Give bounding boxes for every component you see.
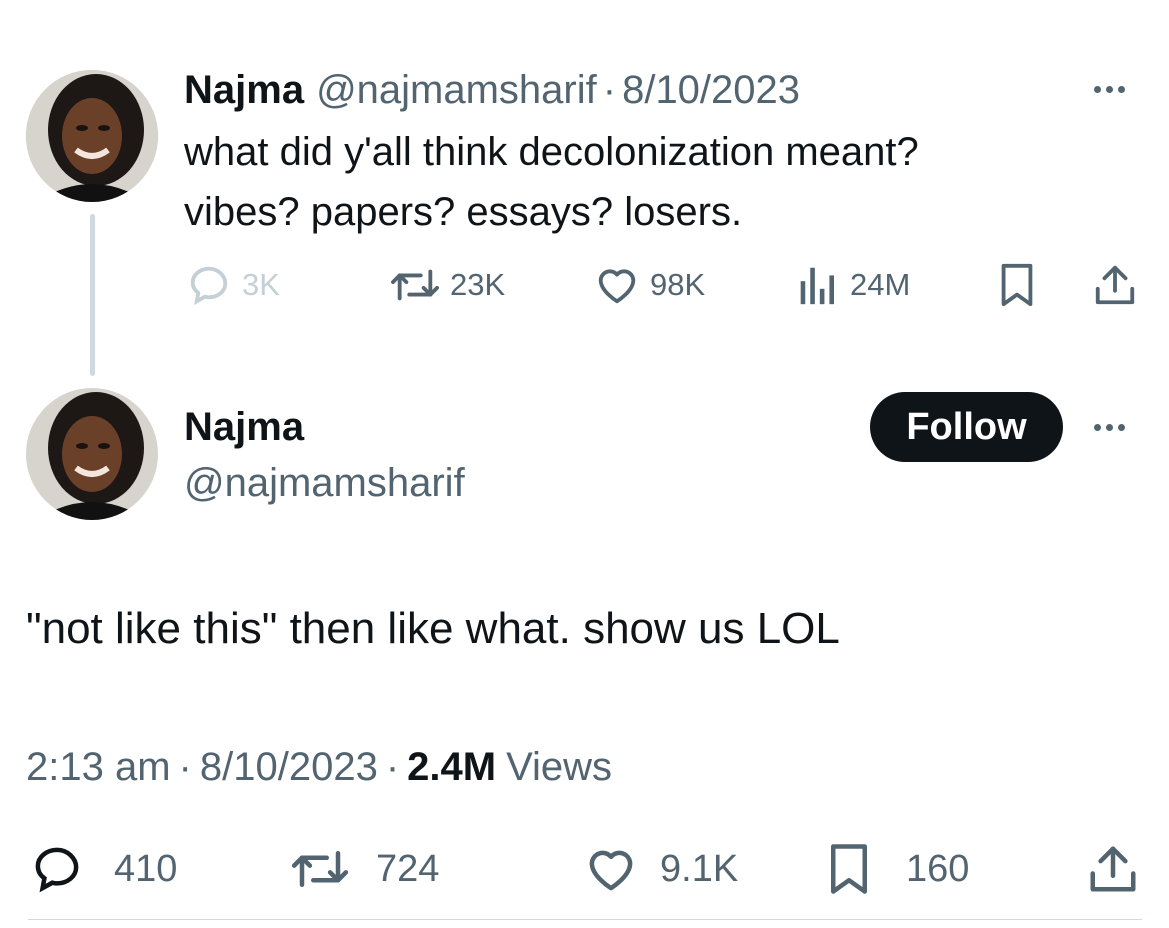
views-count: 24M <box>850 267 911 302</box>
tweet-date[interactable]: 8/10/2023 <box>200 745 378 790</box>
bookmark-button[interactable]: 160 <box>826 842 969 896</box>
tweet-text-line: vibes? papers? essays? losers. <box>184 190 743 234</box>
views-count: 2.4M <box>407 744 497 789</box>
retweet-count: 23K <box>450 267 506 302</box>
bookmark-count: 160 <box>906 847 970 890</box>
heart-icon <box>589 850 633 891</box>
handle[interactable]: @najmamsharif <box>184 459 465 507</box>
separator: · <box>178 744 192 789</box>
like-button[interactable]: 98K <box>594 262 705 308</box>
retweet-count: 724 <box>376 847 440 890</box>
reply-button[interactable]: 3K <box>186 262 280 308</box>
like-count: 9.1K <box>660 847 739 890</box>
display-name[interactable]: Najma <box>184 68 304 113</box>
more-icon[interactable] <box>1094 86 1125 93</box>
tweet-header: Najma @najmamsharif · 8/10/2023 <box>184 66 800 114</box>
reply-icon <box>35 847 79 893</box>
retweet-icon <box>291 851 349 887</box>
display-name[interactable]: Najma <box>184 403 304 451</box>
more-icon[interactable] <box>1094 424 1125 431</box>
reply-count: 3K <box>242 267 280 302</box>
retweet-button[interactable]: 23K <box>388 262 505 308</box>
tweet-text: what did y'all think decolonization mean… <box>184 122 919 242</box>
heart-icon <box>598 269 636 304</box>
bookmark-icon <box>831 844 867 894</box>
share-icon[interactable] <box>1086 842 1140 901</box>
bookmark-icon[interactable] <box>998 262 1036 313</box>
views-button[interactable]: 24M <box>796 262 910 308</box>
follow-button[interactable]: Follow <box>870 392 1063 462</box>
reply-icon <box>190 266 228 305</box>
tweet-text: "not like this" then like what. show us … <box>26 604 840 653</box>
tweet-time[interactable]: 2:13 am <box>26 745 171 790</box>
like-button[interactable]: 9.1K <box>584 842 738 896</box>
thread-line <box>90 214 95 376</box>
avatar[interactable] <box>26 70 158 202</box>
separator: · <box>385 744 400 789</box>
retweet-icon <box>391 269 439 301</box>
avatar[interactable] <box>26 388 158 520</box>
handle[interactable]: @najmamsharif <box>316 68 597 113</box>
share-icon[interactable] <box>1092 262 1138 313</box>
reply-button[interactable]: 410 <box>30 842 177 896</box>
tweet-text-line: what did y'all think decolonization mean… <box>184 130 919 174</box>
reply-count: 410 <box>114 847 178 890</box>
like-count: 98K <box>650 267 706 302</box>
divider <box>28 919 1142 920</box>
tweet-date[interactable]: 8/10/2023 <box>622 68 800 113</box>
tweet-meta: 2:13 am · 8/10/2023 · 2.4M Views <box>26 742 612 792</box>
retweet-button[interactable]: 724 <box>288 842 439 896</box>
separator: · <box>602 67 617 112</box>
views-label: Views <box>506 744 613 789</box>
views-icon <box>800 267 835 305</box>
